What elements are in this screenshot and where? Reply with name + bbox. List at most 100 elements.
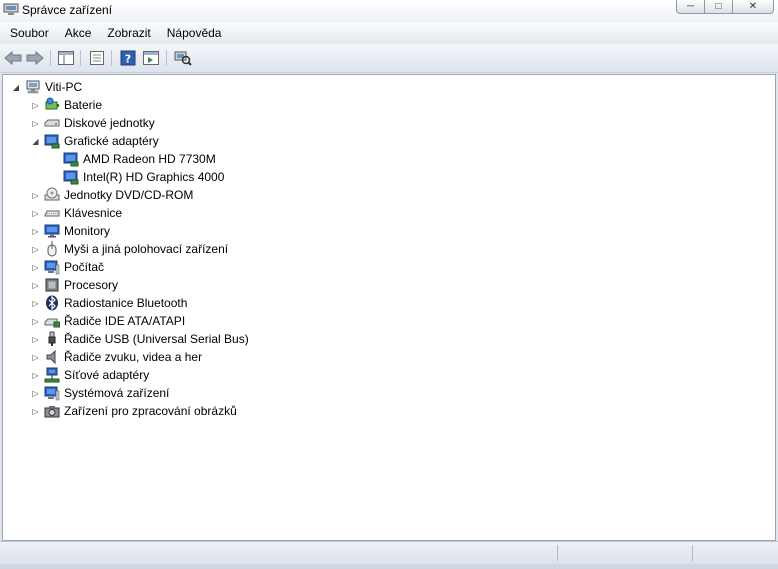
tree-device-label: Intel(R) HD Graphics 4000: [83, 170, 225, 184]
tree-item-network-adapters[interactable]: ▷ Síťové adaptéry: [31, 366, 149, 384]
menu-bar: Soubor Akce Zobrazit Nápověda: [0, 22, 778, 44]
display-adapter-icon: [44, 134, 60, 149]
tree-item-mice[interactable]: ▷ Myši a jiná polohovací zařízení: [31, 240, 228, 258]
menu-file[interactable]: Soubor: [0, 22, 57, 44]
tree-item-label: Klávesnice: [64, 206, 123, 220]
tree-item-label: Monitory: [64, 224, 111, 238]
show-hide-tree-button[interactable]: [56, 49, 76, 67]
expand-icon[interactable]: ▷: [31, 317, 40, 326]
tree-item-label: Jednotky DVD/CD-ROM: [64, 188, 194, 202]
ide-controller-icon: [44, 318, 60, 328]
tree-item-usb-controllers[interactable]: ▷ Řadiče USB (Universal Serial Bus): [31, 330, 249, 348]
tree-item-label: Řadiče zvuku, videa a her: [64, 350, 203, 364]
back-arrow-icon: [4, 51, 22, 65]
expand-icon[interactable]: ▷: [31, 263, 40, 272]
properties-button[interactable]: [87, 49, 107, 67]
tree-item-system-devices[interactable]: ▷ Systémová zařízení: [31, 384, 169, 402]
toolbar: ?: [0, 44, 778, 73]
collapse-icon[interactable]: ◢: [31, 137, 40, 146]
toolbar-separator: [166, 50, 167, 66]
toolbar-separator: [80, 50, 81, 66]
expand-icon[interactable]: ▷: [31, 101, 40, 110]
dvd-drive-icon: [44, 187, 60, 201]
menu-help[interactable]: Nápověda: [159, 22, 230, 44]
tree-root[interactable]: ◢ Viti-PC: [11, 78, 82, 96]
tree-item-label: Systémová zařízení: [64, 386, 170, 400]
processor-icon: [45, 278, 59, 292]
tree-item-label: Baterie: [64, 98, 103, 112]
expand-icon[interactable]: ▷: [31, 389, 40, 398]
expand-icon[interactable]: ▷: [31, 353, 40, 362]
tree-item-label: Zařízení pro zpracování obrázků: [64, 404, 237, 418]
expand-icon[interactable]: ▷: [31, 209, 40, 218]
bluetooth-icon: [46, 295, 58, 311]
close-button[interactable]: ✕: [732, 0, 774, 14]
usb-icon: [48, 331, 56, 346]
expand-icon[interactable]: ▷: [31, 407, 40, 416]
tree-item-label: Řadiče IDE ATA/ATAPI: [64, 314, 186, 328]
collapse-icon[interactable]: ◢: [11, 83, 21, 92]
display-adapter-icon: [63, 152, 79, 167]
window-title: Správce zařízení: [22, 3, 113, 17]
back-button[interactable]: [3, 49, 23, 67]
expand-icon[interactable]: ▷: [31, 119, 40, 128]
menu-view[interactable]: Zobrazit: [99, 22, 158, 44]
title-bar[interactable]: Správce zařízení ─ □ ✕: [0, 0, 778, 22]
scan-hardware-icon: [174, 51, 192, 66]
forward-button[interactable]: [25, 49, 45, 67]
maximize-button[interactable]: □: [704, 0, 733, 14]
tree-item-disk-drives[interactable]: ▷ Diskové jednotky: [31, 114, 155, 132]
maximize-icon: □: [715, 1, 722, 12]
expand-icon[interactable]: ▷: [31, 335, 40, 344]
expand-icon[interactable]: ▷: [31, 227, 40, 236]
status-bar: [0, 541, 778, 564]
tree-item-label: Radiostanice Bluetooth: [64, 296, 188, 310]
mouse-icon: [47, 241, 57, 257]
tree-item-label: Řadiče USB (Universal Serial Bus): [64, 332, 249, 346]
camera-icon: [44, 406, 60, 418]
speaker-icon: [46, 349, 56, 365]
menu-action[interactable]: Akce: [57, 22, 100, 44]
help-icon: ?: [120, 50, 136, 66]
network-adapter-icon: [44, 367, 60, 383]
tree-item-dvd-drives[interactable]: ▷ Jednotky DVD/CD-ROM: [31, 186, 193, 204]
scan-hardware-button[interactable]: [173, 49, 193, 67]
tree-device-amd-radeon[interactable]: AMD Radeon HD 7730M: [63, 150, 216, 168]
tree-item-bluetooth[interactable]: ▷ Radiostanice Bluetooth: [31, 294, 187, 312]
tree-item-label: Diskové jednotky: [64, 116, 155, 130]
tree-device-intel-hd[interactable]: Intel(R) HD Graphics 4000: [63, 168, 224, 186]
tree-item-imaging-devices[interactable]: ▷ Zařízení pro zpracování obrázků: [31, 402, 237, 420]
action-pane-icon: [143, 51, 159, 65]
forward-arrow-icon: [26, 51, 44, 65]
tree-item-keyboards[interactable]: ▷ Klávesnice: [31, 204, 122, 222]
tree-item-label: Procesory: [64, 278, 119, 292]
device-tree[interactable]: ◢ Viti-PC ▷ Baterie ▷ Diskové jednotky ◢: [2, 74, 776, 541]
tree-item-display-adapters[interactable]: ◢ Grafické adaptéry: [31, 132, 159, 150]
battery-icon: [45, 97, 59, 110]
tree-item-label: Počítač: [64, 260, 105, 274]
expand-icon[interactable]: ▷: [31, 191, 40, 200]
tree-device-label: AMD Radeon HD 7730M: [83, 152, 216, 166]
help-button[interactable]: ?: [118, 49, 138, 67]
show-hide-tree-icon: [58, 51, 74, 65]
tree-item-ide-controllers[interactable]: ▷ Řadiče IDE ATA/ATAPI: [31, 312, 185, 330]
expand-icon[interactable]: ▷: [31, 299, 40, 308]
action-pane-button[interactable]: [141, 49, 161, 67]
tree-item-sound-controllers[interactable]: ▷ Řadiče zvuku, videa a her: [31, 348, 202, 366]
properties-icon: [90, 51, 104, 65]
expand-icon[interactable]: ▷: [31, 245, 40, 254]
tree-item-computer[interactable]: ▷ Počítač: [31, 258, 104, 276]
tree-item-processors[interactable]: ▷ Procesory: [31, 276, 118, 294]
computer-icon: [44, 260, 60, 275]
display-adapter-icon: [63, 170, 79, 185]
status-divider: [557, 545, 558, 561]
window-bottom-edge: [0, 564, 778, 569]
status-divider: [692, 545, 693, 561]
expand-icon[interactable]: ▷: [31, 371, 40, 380]
computer-icon: [26, 80, 40, 94]
tree-item-batteries[interactable]: ▷ Baterie: [31, 96, 102, 114]
disk-drive-icon: [44, 119, 60, 127]
minimize-button[interactable]: ─: [676, 0, 705, 14]
expand-icon[interactable]: ▷: [31, 281, 40, 290]
tree-item-monitors[interactable]: ▷ Monitory: [31, 222, 110, 240]
